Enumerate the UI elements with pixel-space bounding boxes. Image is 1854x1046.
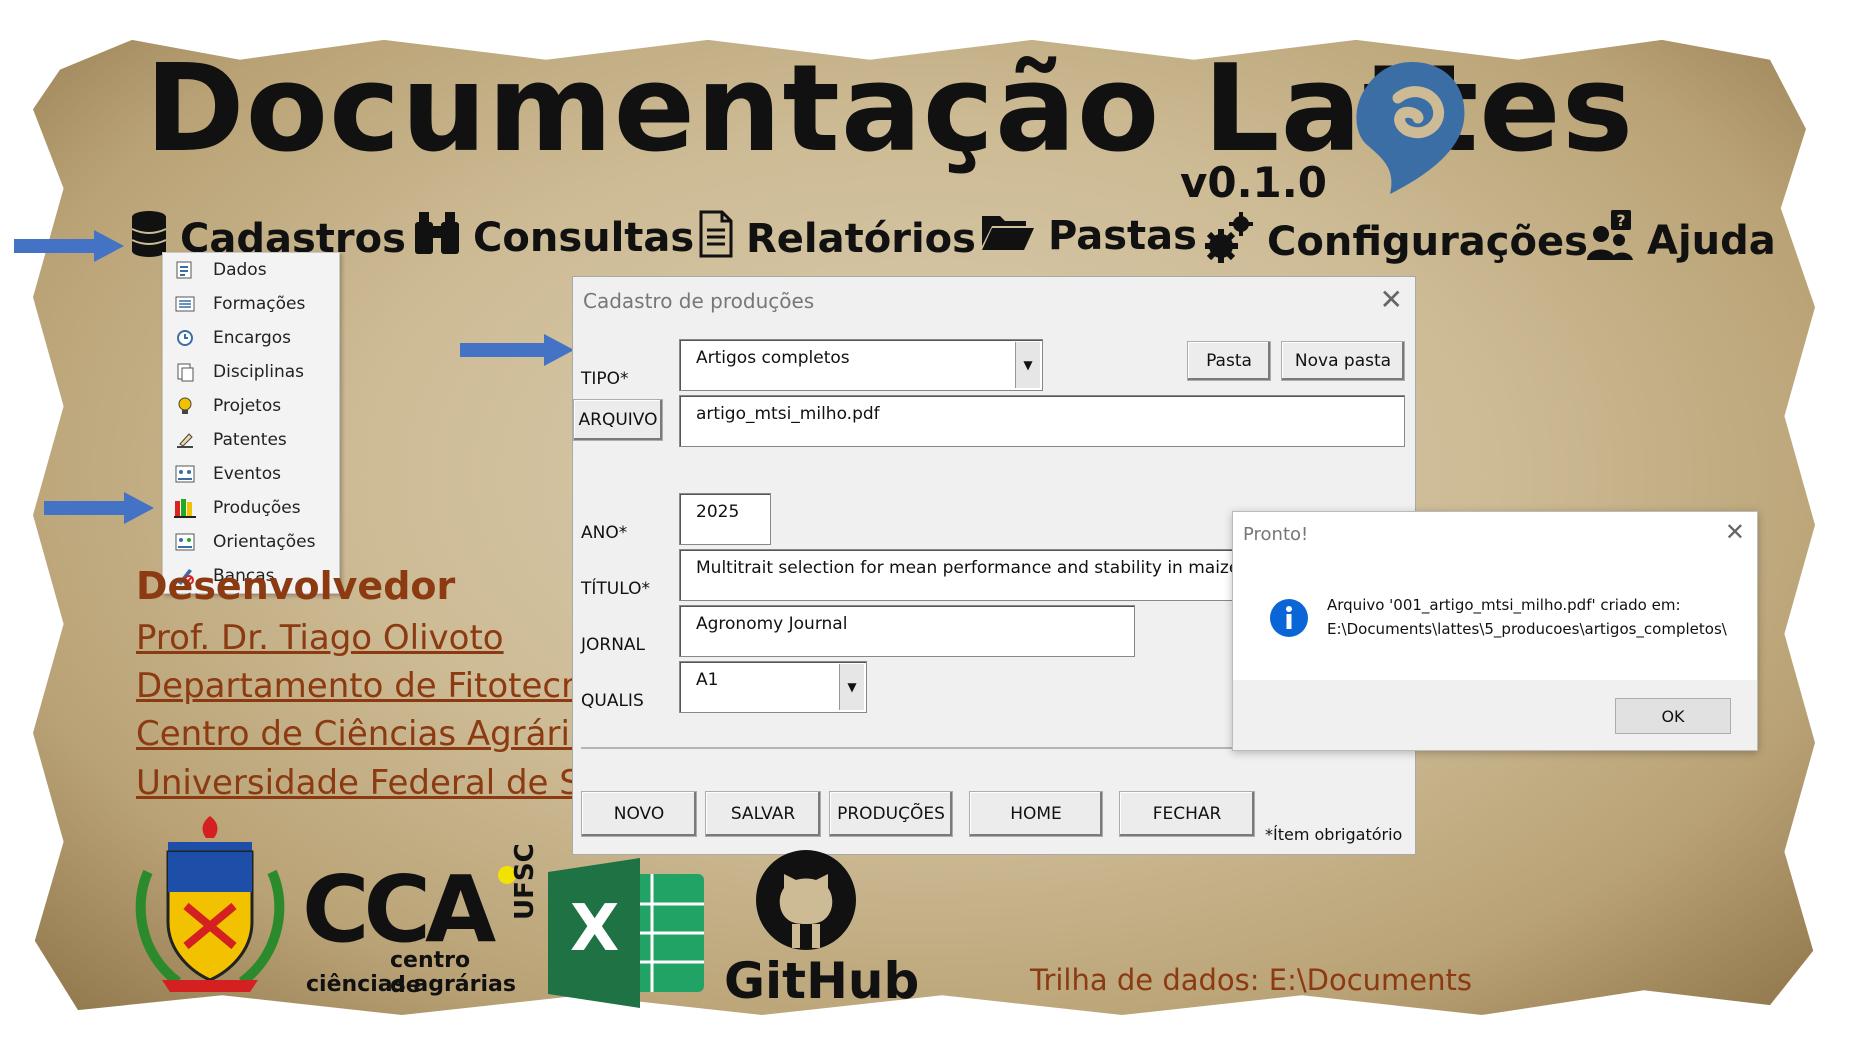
- close-icon[interactable]: ✕: [1725, 518, 1745, 546]
- cca-logo-text: CCA: [302, 856, 496, 963]
- github-text: GitHub: [724, 952, 920, 1010]
- novo-button[interactable]: NOVO: [581, 791, 697, 837]
- clock-icon: [173, 328, 197, 348]
- ano-label: ANO*: [581, 523, 628, 543]
- version-label: v0.1.0: [1180, 158, 1327, 207]
- developer-link-name[interactable]: Prof. Dr. Tiago Olivoto: [136, 618, 504, 658]
- window-title: Cadastro de produções: [583, 289, 815, 313]
- titulo-label: TÍTULO*: [581, 579, 650, 599]
- producoes-button[interactable]: PRODUÇÕES: [829, 791, 953, 837]
- cca-logo: CCA centro de ciências agrárias UFSC: [302, 843, 540, 998]
- qualis-label: QUALIS: [581, 691, 644, 711]
- tipo-label: TIPO*: [581, 369, 629, 389]
- svg-text:?: ?: [1616, 211, 1625, 230]
- menu-item-projetos[interactable]: Projetos: [163, 389, 339, 423]
- people-board-icon: [173, 532, 197, 552]
- required-note: *Ítem obrigatório: [1265, 825, 1403, 844]
- data-sheet-icon: [173, 260, 197, 280]
- menu-item-label: Disciplinas: [213, 362, 305, 382]
- nav-consultas[interactable]: Consultas: [413, 210, 694, 266]
- menu-item-disciplinas[interactable]: Disciplinas: [163, 355, 339, 389]
- cadastros-menu: Dados Formações Encargos Disciplinas Pro…: [162, 252, 340, 594]
- menu-item-orientacoes[interactable]: Orientações: [163, 525, 339, 559]
- nav-label: Ajuda: [1647, 218, 1776, 264]
- developer-link-center[interactable]: Centro de Ciências Agrárias: [136, 714, 608, 754]
- chevron-down-icon[interactable]: ▼: [839, 664, 864, 710]
- arquivo-field[interactable]: artigo_mtsi_milho.pdf: [679, 395, 1405, 447]
- nav-label: Pastas: [1048, 213, 1197, 259]
- menu-item-label: Eventos: [213, 464, 281, 484]
- arquivo-button[interactable]: ARQUIVO: [573, 399, 663, 441]
- books-icon: [173, 498, 197, 518]
- info-icon: [1269, 598, 1309, 642]
- menu-item-eventos[interactable]: Eventos: [163, 457, 339, 491]
- people-board-icon: [173, 464, 197, 484]
- github-octocat-icon: [754, 848, 858, 956]
- document-icon: [698, 210, 734, 268]
- tipo-select[interactable]: Artigos completos ▼: [679, 339, 1043, 391]
- menu-item-label: Produções: [213, 498, 301, 518]
- ano-field[interactable]: 2025: [679, 493, 771, 545]
- menu-item-producoes[interactable]: Produções: [163, 491, 339, 525]
- arrow-to-producoes: [44, 492, 154, 524]
- dialog-footer: OK: [1233, 680, 1757, 750]
- arrow-to-cadastros: [14, 230, 124, 262]
- gears-icon: [1204, 210, 1255, 274]
- menu-item-label: Projetos: [213, 396, 282, 416]
- menu-item-dados[interactable]: Dados: [163, 253, 339, 287]
- home-button[interactable]: HOME: [969, 791, 1103, 837]
- dialog-message-line2: E:\Documents\lattes\5_producoes\artigos_…: [1327, 620, 1727, 638]
- nav-ajuda[interactable]: ? Ajuda: [1587, 210, 1776, 272]
- menu-item-label: Encargos: [213, 328, 292, 348]
- nav-pastas[interactable]: Pastas: [980, 210, 1197, 262]
- excel-letter: X: [570, 892, 620, 966]
- tipo-value: Artigos completos: [696, 348, 850, 368]
- chevron-down-icon[interactable]: ▼: [1015, 342, 1040, 388]
- lattes-logo-icon: [1352, 58, 1470, 202]
- pronto-dialog: Pronto! ✕ Arquivo '001_artigo_mtsi_milho…: [1232, 511, 1758, 751]
- close-icon[interactable]: ✕: [1380, 283, 1403, 316]
- binoculars-icon: [413, 210, 461, 266]
- menu-item-label: Orientações: [213, 532, 316, 552]
- menu-item-encargos[interactable]: Encargos: [163, 321, 339, 355]
- developer-link-university[interactable]: Universidade Federal de Sa: [136, 763, 602, 803]
- signature-icon: [173, 430, 197, 450]
- document-stack-icon: [173, 362, 197, 382]
- arrow-to-tipo: [460, 334, 574, 366]
- nav-label: Relatórios: [746, 216, 976, 262]
- ufsc-seal-logo: [128, 812, 292, 1000]
- jornal-label: JORNAL: [581, 635, 646, 655]
- list-icon: [173, 294, 197, 314]
- folder-icon: [980, 210, 1036, 262]
- github-logo: GitHub: [724, 848, 919, 1010]
- salvar-button[interactable]: SALVAR: [705, 791, 821, 837]
- cca-sub2: ciências agrárias: [306, 972, 516, 997]
- menu-item-label: Patentes: [213, 430, 287, 450]
- excel-logo: X: [548, 858, 708, 1008]
- nav-configuracoes[interactable]: Configurações: [1204, 210, 1588, 274]
- nova-pasta-button[interactable]: Nova pasta: [1281, 341, 1405, 381]
- pasta-button[interactable]: Pasta: [1187, 341, 1271, 381]
- nav-relatorios[interactable]: Relatórios: [698, 210, 976, 268]
- trilha-de-dados: Trilha de dados: E:\Documents: [1030, 963, 1472, 997]
- ufsc-text: UFSC: [510, 843, 540, 920]
- dialog-title: Pronto!: [1243, 524, 1309, 545]
- menu-item-label: Formações: [213, 294, 306, 314]
- nav-label: Configurações: [1267, 219, 1588, 265]
- menu-item-patentes[interactable]: Patentes: [163, 423, 339, 457]
- menu-item-formacoes[interactable]: Formações: [163, 287, 339, 321]
- ok-button[interactable]: OK: [1615, 698, 1731, 734]
- dialog-message-line1: Arquivo '001_artigo_mtsi_milho.pdf' cria…: [1327, 596, 1681, 614]
- lightbulb-icon: [173, 396, 197, 416]
- developer-heading: Desenvolvedor: [136, 564, 456, 608]
- help-users-icon: ?: [1587, 210, 1635, 272]
- jornal-field[interactable]: Agronomy Journal: [679, 605, 1135, 657]
- menu-item-label: Dados: [213, 260, 267, 280]
- nav-label: Consultas: [473, 215, 695, 261]
- qualis-value: A1: [696, 670, 719, 690]
- qualis-select[interactable]: A1 ▼: [679, 661, 867, 713]
- developer-link-department[interactable]: Departamento de Fitotecni: [136, 666, 592, 706]
- fechar-button[interactable]: FECHAR: [1119, 791, 1255, 837]
